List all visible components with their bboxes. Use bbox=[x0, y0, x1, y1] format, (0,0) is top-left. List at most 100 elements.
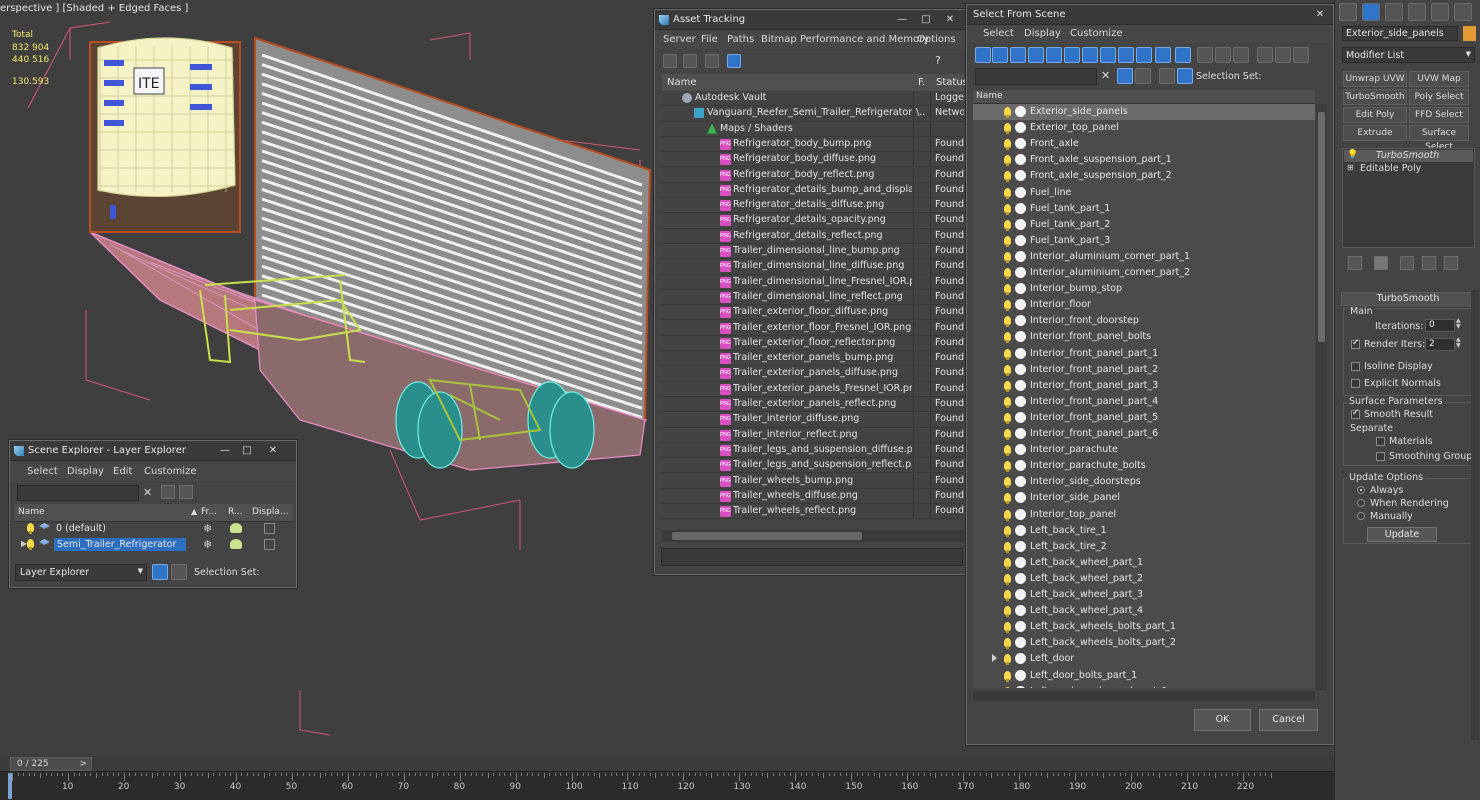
when-rendering-radio[interactable] bbox=[1357, 499, 1365, 507]
scene-object-row[interactable]: Interior_front_doorstep bbox=[973, 313, 1315, 329]
cancel-button[interactable]: Cancel bbox=[1259, 709, 1318, 731]
explicit-normals-checkbox[interactable] bbox=[1351, 379, 1360, 388]
expand-arrow-icon[interactable] bbox=[992, 654, 997, 663]
col-name[interactable]: Name bbox=[18, 507, 45, 517]
light-bulb-icon[interactable] bbox=[1004, 622, 1011, 634]
filter-funnel-icon[interactable] bbox=[1257, 47, 1273, 63]
light-bulb-icon[interactable] bbox=[1004, 251, 1011, 263]
options-filter-icon[interactable] bbox=[1293, 47, 1309, 63]
expand-plus-icon[interactable]: ⊞ bbox=[1347, 163, 1354, 172]
select-from-scene-titlebar[interactable]: Select From Scene ✕ bbox=[967, 5, 1333, 25]
list-view-icon[interactable] bbox=[683, 54, 697, 68]
scene-explorer-titlebar[interactable]: Scene Explorer - Layer Explorer — □ ✕ bbox=[10, 441, 296, 461]
display-all-icon[interactable] bbox=[1197, 47, 1213, 63]
groups-filter-icon[interactable] bbox=[1082, 47, 1098, 63]
frozen-filter-icon[interactable] bbox=[1155, 47, 1171, 63]
display-box-icon[interactable] bbox=[264, 539, 275, 550]
menu-bitmap-performance[interactable]: Bitmap Performance and Memory bbox=[761, 34, 929, 45]
asset-row[interactable]: Refrigerator_body_bump.png Found bbox=[662, 136, 964, 153]
close-icon[interactable]: ✕ bbox=[1309, 7, 1331, 22]
light-bulb-icon[interactable] bbox=[1004, 300, 1011, 312]
scene-object-row[interactable]: Front_axle_suspension_part_2 bbox=[973, 168, 1315, 184]
light-bulb-icon[interactable] bbox=[1004, 412, 1011, 424]
extrude-button[interactable]: Extrude bbox=[1343, 125, 1407, 141]
uvw-map-button[interactable]: UVW Map bbox=[1409, 71, 1469, 87]
scene-object-row[interactable]: Interior_parachute bbox=[973, 442, 1315, 458]
light-bulb-icon[interactable] bbox=[1004, 541, 1011, 553]
col-display[interactable]: Displa... bbox=[252, 507, 288, 517]
hidden-filter-icon[interactable] bbox=[1175, 47, 1191, 63]
update-button[interactable]: Update bbox=[1367, 527, 1437, 542]
asset-row[interactable]: Trailer_exterior_floor_diffuse.png Found bbox=[662, 305, 964, 321]
menu-file[interactable]: File bbox=[701, 34, 718, 45]
motion-tab-icon[interactable] bbox=[1408, 3, 1426, 21]
asset-row[interactable]: Trailer_exterior_panels_diffuse.png Found bbox=[662, 366, 964, 382]
scene-object-row[interactable]: Interior_bump_stop bbox=[973, 281, 1315, 297]
light-bulb-icon[interactable] bbox=[1004, 107, 1011, 118]
display-none-icon[interactable] bbox=[1215, 47, 1231, 63]
asset-row[interactable]: Trailer_wheels_diffuse.png Found bbox=[662, 488, 964, 505]
scene-list-scrollbar[interactable] bbox=[1316, 104, 1327, 690]
light-bulb-icon[interactable] bbox=[1004, 590, 1011, 601]
light-bulb-icon[interactable] bbox=[1004, 139, 1011, 151]
surface-select-button[interactable]: Surface Select bbox=[1409, 125, 1469, 152]
show-end-result-icon[interactable] bbox=[1374, 256, 1388, 270]
help-icon[interactable]: ? bbox=[935, 54, 941, 67]
spinner-arrows-icon[interactable]: ▲ ▼ bbox=[1456, 318, 1461, 330]
light-bulb-icon[interactable] bbox=[1004, 348, 1011, 360]
scene-object-row[interactable]: Fuel_tank_part_2 bbox=[973, 217, 1315, 233]
iterations-spinner[interactable]: 0 bbox=[1425, 319, 1455, 332]
isoline-display-checkbox[interactable] bbox=[1351, 362, 1360, 371]
scene-object-row[interactable]: Left_mudguard_panel_part_1 bbox=[973, 684, 1315, 688]
hierarchy-mode-icon[interactable] bbox=[171, 564, 187, 580]
create-tab-icon[interactable] bbox=[1339, 3, 1357, 21]
asset-row[interactable]: Refrigerator_details_opacity.png Found bbox=[662, 213, 964, 229]
menu-options[interactable]: Options bbox=[917, 34, 956, 45]
light-bulb-icon[interactable] bbox=[1004, 638, 1011, 650]
asset-row[interactable]: Trailer_interior_diffuse.png Found bbox=[662, 412, 964, 428]
utilities-tab-icon[interactable] bbox=[1454, 3, 1472, 21]
light-bulb-icon[interactable] bbox=[1004, 203, 1011, 215]
display-tab-icon[interactable] bbox=[1431, 3, 1449, 21]
always-radio[interactable] bbox=[1357, 486, 1365, 494]
light-bulb-icon[interactable] bbox=[1004, 219, 1011, 231]
light-bulb-icon[interactable] bbox=[1004, 364, 1011, 376]
scene-object-row[interactable]: Left_back_wheel_part_1 bbox=[973, 555, 1315, 571]
scene-object-row[interactable]: Exterior_top_panel bbox=[973, 120, 1315, 136]
close-icon[interactable]: ✕ bbox=[262, 443, 284, 458]
asset-row[interactable]: Trailer_dimensional_line_diffuse.png Foun… bbox=[662, 259, 964, 275]
asset-row[interactable]: Trailer_interior_reflect.png Found bbox=[662, 427, 964, 443]
light-bulb-icon[interactable] bbox=[1004, 235, 1011, 247]
light-bulb-icon[interactable] bbox=[27, 539, 34, 550]
maximize-icon[interactable]: □ bbox=[915, 12, 937, 27]
render-teapot-icon[interactable] bbox=[230, 539, 242, 549]
lights-filter-icon[interactable] bbox=[1010, 47, 1026, 63]
light-bulb-icon[interactable] bbox=[1004, 445, 1011, 457]
light-bulb-icon[interactable] bbox=[1004, 509, 1011, 521]
scene-object-row[interactable]: Fuel_tank_part_3 bbox=[973, 233, 1315, 249]
light-bulb-icon[interactable] bbox=[1004, 316, 1011, 328]
light-bulb-icon[interactable] bbox=[27, 523, 34, 534]
cameras-filter-icon[interactable] bbox=[1028, 47, 1044, 63]
scene-object-row[interactable]: Fuel_line bbox=[973, 185, 1315, 201]
scene-object-row[interactable]: Interior_side_doorsteps bbox=[973, 474, 1315, 490]
spacewarps-filter-icon[interactable] bbox=[1064, 47, 1080, 63]
scene-object-row[interactable]: Interior_front_panel_part_1 bbox=[973, 346, 1315, 362]
hierarchy-tab-icon[interactable] bbox=[1385, 3, 1403, 21]
col-full-path[interactable]: F. bbox=[918, 77, 925, 88]
refresh-icon[interactable] bbox=[663, 54, 677, 68]
light-bulb-icon[interactable] bbox=[1004, 332, 1011, 344]
asset-row[interactable]: Trailer_exterior_panels_bump.png Found bbox=[662, 351, 964, 367]
clear-search-icon[interactable]: ✕ bbox=[143, 486, 152, 499]
asset-row[interactable]: Refrigerator_body_diffuse.png Found bbox=[662, 152, 964, 168]
asset-row[interactable]: Trailer_legs_and_suspension_reflect.png F… bbox=[662, 458, 964, 474]
close-icon[interactable]: ✕ bbox=[939, 12, 961, 27]
scene-object-row[interactable]: Left_door bbox=[973, 651, 1315, 667]
light-bulb-icon[interactable] bbox=[1004, 123, 1011, 135]
light-bulb-icon[interactable] bbox=[1004, 268, 1011, 279]
minimize-icon[interactable]: — bbox=[891, 12, 913, 27]
spinner-arrows-icon[interactable]: ▲ ▼ bbox=[1456, 337, 1461, 349]
ffd-select-button[interactable]: FFD Select bbox=[1409, 107, 1469, 123]
menu-customize[interactable]: Customize bbox=[1070, 28, 1123, 39]
command-panel-scrollbar[interactable] bbox=[1471, 290, 1479, 740]
